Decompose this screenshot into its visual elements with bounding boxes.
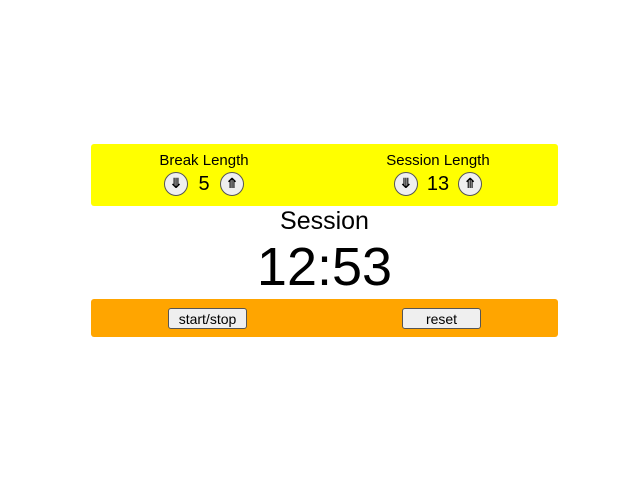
arrow-up-icon: ⤊: [464, 176, 476, 192]
break-length-value: 5: [198, 173, 210, 195]
session-decrement-button[interactable]: ⤋: [393, 172, 418, 196]
break-length-label: Break Length: [159, 152, 249, 169]
arrow-down-icon: ⤋: [170, 176, 182, 192]
session-length-controls: ⤋ 13 ⤊: [338, 171, 538, 197]
session-length-value: 13: [426, 173, 450, 195]
break-length-setting: Break Length ⤋ 5 ⤊: [104, 144, 304, 197]
reset-button[interactable]: reset: [402, 308, 481, 329]
timer-actions-panel: start/stop reset: [91, 299, 558, 337]
arrow-up-icon: ⤊: [226, 176, 238, 192]
start-stop-button[interactable]: start/stop: [168, 308, 247, 329]
session-length-label: Session Length: [386, 152, 490, 169]
length-settings-panel: Break Length ⤋ 5 ⤊ Session Length ⤋ 13 ⤊: [91, 144, 558, 206]
break-increment-button[interactable]: ⤊: [220, 172, 244, 196]
arrow-down-icon: ⤋: [400, 176, 412, 192]
break-decrement-button[interactable]: ⤋: [164, 172, 188, 196]
timer-label: Session: [280, 207, 369, 235]
session-length-setting: Session Length ⤋ 13 ⤊: [338, 144, 538, 197]
time-left-display: 12:53: [256, 237, 393, 297]
break-length-controls: ⤋ 5 ⤊: [104, 171, 304, 197]
session-increment-button[interactable]: ⤊: [458, 172, 483, 196]
